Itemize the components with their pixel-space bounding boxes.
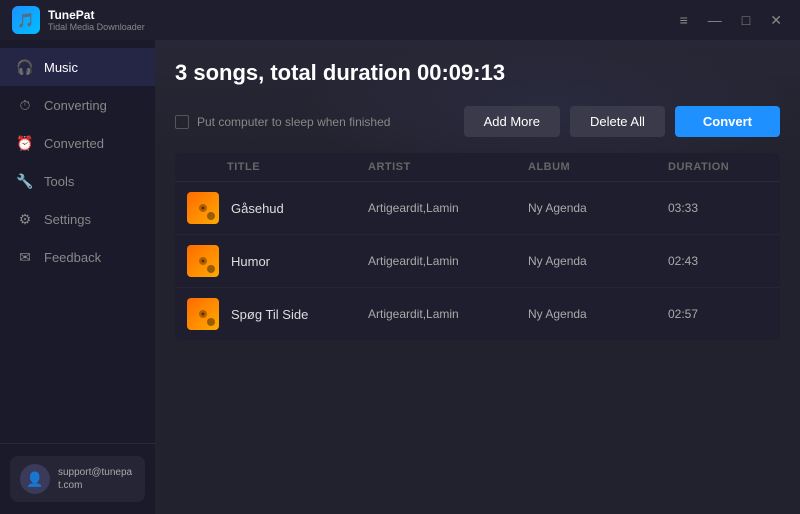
track-title-1: Gåsehud [227,201,368,216]
sidebar-label-music: Music [44,60,78,75]
app-logo: 🎵 [12,6,40,34]
track-album-2: Ny Agenda [528,254,668,268]
converted-icon: ⏰ [16,134,34,152]
page-title: 3 songs, total duration 00:09:13 [175,60,780,86]
feedback-icon: ✉ [16,248,34,266]
converting-icon: ⏱ [16,96,34,114]
track-duration-2: 02:43 [668,254,768,268]
track-thumbnail-3 [187,298,219,330]
sidebar-item-converting[interactable]: ⏱ Converting [0,86,155,124]
col-header-duration: DURATION [668,161,768,173]
table-row[interactable]: Spøg Til Side Artigeardit,Lamin Ny Agend… [175,288,780,340]
sidebar-item-music[interactable]: 🎧 Music [0,48,155,86]
title-bar: 🎵 TunePat Tidal Media Downloader ≡ — □ ✕ [0,0,800,40]
table-row[interactable]: Humor Artigeardit,Lamin Ny Agenda 02:43 [175,235,780,288]
sidebar-label-tools: Tools [44,174,74,189]
convert-button[interactable]: Convert [675,106,780,137]
table-row[interactable]: Gåsehud Artigeardit,Lamin Ny Agenda 03:3… [175,182,780,235]
sleep-checkbox-label[interactable]: Put computer to sleep when finished [175,115,390,129]
sidebar-item-settings[interactable]: ⚙ Settings [0,200,155,238]
col-header-title: TITLE [227,161,368,173]
title-bar-left: 🎵 TunePat Tidal Media Downloader [12,6,145,34]
table-header: TITLE ARTIST ALBUM DURATION [175,153,780,182]
sidebar-label-converting: Converting [44,98,107,113]
toolbar-buttons: Add More Delete All Convert [464,106,780,137]
sidebar: 🎧 Music ⏱ Converting ⏰ Converted 🔧 Tools… [0,40,155,514]
add-more-button[interactable]: Add More [464,106,560,137]
track-album-3: Ny Agenda [528,307,668,321]
window-controls: ≡ — □ ✕ [674,10,788,31]
col-header-album: ALBUM [528,161,668,173]
main-layout: 🎧 Music ⏱ Converting ⏰ Converted 🔧 Tools… [0,40,800,514]
music-icon: 🎧 [16,58,34,76]
sidebar-item-converted[interactable]: ⏰ Converted [0,124,155,162]
sidebar-item-feedback[interactable]: ✉ Feedback [0,238,155,276]
sleep-checkbox[interactable] [175,115,189,129]
col-header-artist: ARTIST [368,161,528,173]
delete-all-button[interactable]: Delete All [570,106,665,137]
track-title-2: Humor [227,254,368,269]
tracks-table: TITLE ARTIST ALBUM DURATION Gåsehud Arti… [175,153,780,340]
sidebar-bottom: 👤 support@tunepat.com [0,443,155,514]
track-duration-3: 02:57 [668,307,768,321]
title-bar-text: TunePat Tidal Media Downloader [48,8,145,32]
track-artist-1: Artigeardit,Lamin [368,201,528,215]
minimize-btn[interactable]: — [702,10,728,30]
track-album-1: Ny Agenda [528,201,668,215]
app-name: TunePat [48,8,145,22]
sleep-label-text: Put computer to sleep when finished [197,115,390,129]
content-inner: 3 songs, total duration 00:09:13 Put com… [155,40,800,340]
sidebar-label-converted: Converted [44,136,104,151]
user-card[interactable]: 👤 support@tunepat.com [10,456,145,502]
sidebar-item-tools[interactable]: 🔧 Tools [0,162,155,200]
menu-btn[interactable]: ≡ [674,10,694,30]
track-artist-2: Artigeardit,Lamin [368,254,528,268]
user-email: support@tunepat.com [58,466,135,492]
settings-icon: ⚙ [16,210,34,228]
col-header-thumb [187,161,227,173]
toolbar: Put computer to sleep when finished Add … [175,106,780,137]
user-avatar: 👤 [20,464,50,494]
track-duration-1: 03:33 [668,201,768,215]
track-artist-3: Artigeardit,Lamin [368,307,528,321]
app-subtitle: Tidal Media Downloader [48,22,145,32]
track-title-3: Spøg Til Side [227,307,368,322]
maximize-btn[interactable]: □ [736,10,756,30]
sidebar-label-feedback: Feedback [44,250,101,265]
close-btn[interactable]: ✕ [764,10,788,31]
track-thumbnail-1 [187,192,219,224]
track-thumbnail-2 [187,245,219,277]
sidebar-label-settings: Settings [44,212,91,227]
tools-icon: 🔧 [16,172,34,190]
content-area: 3 songs, total duration 00:09:13 Put com… [155,40,800,514]
